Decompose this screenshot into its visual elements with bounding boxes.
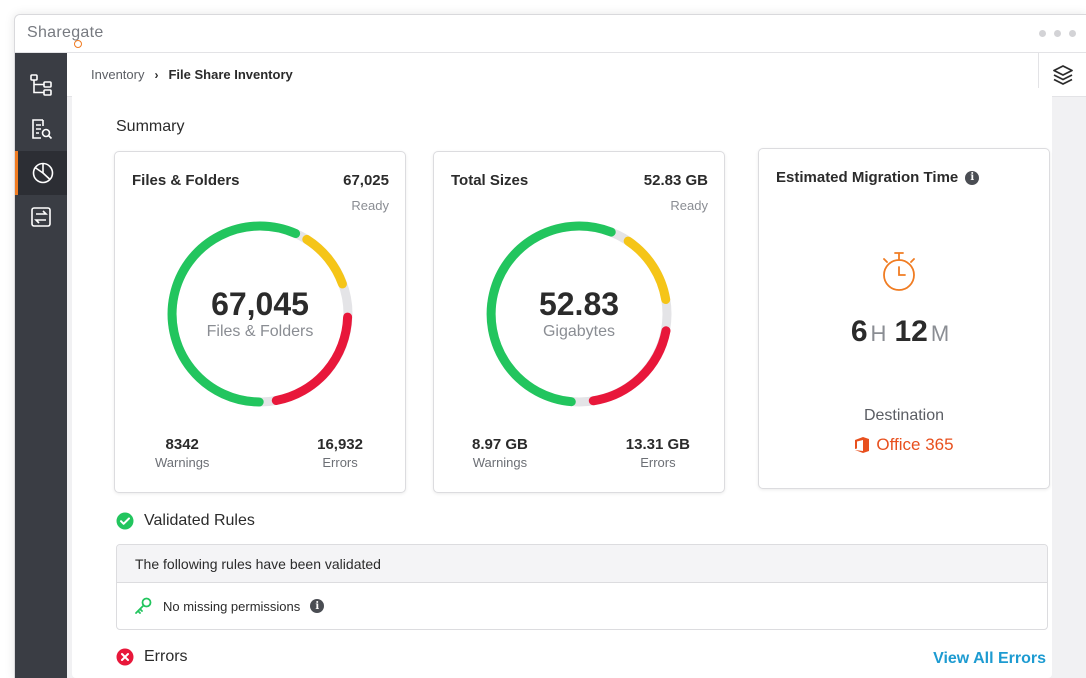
sidebar-item-migration[interactable] [15, 195, 67, 239]
report-search-icon [32, 119, 53, 140]
office-icon [855, 437, 870, 453]
files-folders-card: Files & Folders 67,025 Ready 67,045 File… [114, 151, 406, 493]
rule-label: No missing permissions [163, 598, 301, 614]
warnings-label: Warnings [155, 455, 210, 470]
errors-stat: 13.31 GB Errors [626, 436, 690, 470]
warnings-label: Warnings [472, 455, 528, 470]
view-all-errors-link[interactable]: View All Errors [933, 650, 1046, 668]
warnings-stat: 8342 Warnings [155, 436, 209, 470]
hours-unit: H [870, 321, 887, 346]
info-icon[interactable]: i [965, 170, 980, 185]
window-dot [1039, 30, 1046, 37]
warnings-size: 8.97 GB [472, 436, 528, 453]
card-title: Estimated Migration Time [776, 169, 959, 186]
window-dot [1054, 30, 1061, 37]
sidebar [15, 53, 67, 678]
chevron-right-icon: › [154, 67, 159, 82]
migration-time-card: Estimated Migration Time i 6 H 12 M Destina… [758, 148, 1050, 489]
hours-value: 6 [850, 315, 868, 348]
errors-heading: Errors [116, 648, 188, 666]
breadcrumb: Inventory › File Share Inventory [91, 67, 293, 82]
errors-label: Errors [640, 455, 676, 470]
breadcrumb-current: File Share Inventory [168, 67, 293, 82]
donut-center: 67,045 Files & Folders [163, 217, 357, 411]
title-bar: Sharegate [15, 15, 1086, 53]
errors-label: Errors [322, 455, 358, 470]
pie-chart-icon [32, 162, 53, 184]
destination-name: Office 365 [876, 435, 954, 454]
total-files-value: 67,045 [211, 286, 309, 322]
error-circle-icon [116, 648, 134, 666]
summary-title: Summary [116, 118, 185, 135]
total-size-unit: Gigabytes [542, 323, 616, 340]
errors-title: Errors [144, 648, 188, 665]
errors-stat: 16,932 Errors [317, 436, 363, 470]
migration-time-title: Estimated Migration Time i [776, 169, 980, 186]
summary-panel: Summary Files & Folders 67,025 Ready 67,… [72, 88, 1052, 678]
migration-duration: 6 H 12 M [759, 315, 1049, 349]
validated-rules-table: The following rules have been validated … [116, 544, 1048, 630]
validated-rules-heading: Validated Rules [116, 512, 255, 530]
sidebar-item-summary[interactable] [15, 151, 67, 195]
donut-center: 52.83 Gigabytes [482, 217, 676, 411]
ready-count: 67,025 [343, 172, 389, 189]
destination-value: Office 365 [759, 435, 1049, 455]
ready-label: Ready [351, 198, 389, 213]
total-size-value: 52.83 [538, 286, 620, 322]
breadcrumb-root-link[interactable]: Inventory [91, 67, 144, 82]
validated-rules-title: Validated Rules [144, 512, 255, 529]
total-files-unit: Files & Folders [206, 323, 314, 340]
hierarchy-icon [30, 74, 52, 96]
destination-label: Destination [863, 407, 945, 424]
list-item: No missing permissions i [117, 583, 1047, 629]
info-icon[interactable]: i [310, 599, 325, 613]
errors-count: 16,932 [317, 436, 363, 453]
errors-size: 13.31 GB [625, 436, 690, 453]
ready-size: 52.83 GB [643, 172, 708, 189]
key-icon [135, 597, 152, 614]
transfer-icon [31, 207, 51, 227]
card-title: Files & Folders [132, 172, 240, 189]
window-menu-dots[interactable] [1039, 30, 1076, 37]
minutes-value: 12 [894, 315, 928, 348]
warnings-count: 8342 [165, 436, 199, 453]
card-title: Total Sizes [451, 172, 529, 189]
sidebar-item-reports[interactable] [15, 107, 67, 151]
app-logo: Sharegate [27, 24, 104, 48]
ready-label: Ready [670, 198, 708, 213]
layers-icon [1052, 65, 1073, 85]
warnings-stat: 8.97 GB Warnings [472, 436, 528, 470]
sidebar-item-structure[interactable] [15, 63, 67, 107]
window-dot [1069, 30, 1076, 37]
total-sizes-card: Total Sizes 52.83 GB Ready 52.83 Gigabyt… [433, 151, 725, 493]
minutes-unit: M [930, 321, 950, 346]
check-circle-icon [116, 512, 134, 530]
rules-table-header: The following rules have been validated [117, 545, 1047, 583]
stopwatch-icon [883, 252, 915, 291]
